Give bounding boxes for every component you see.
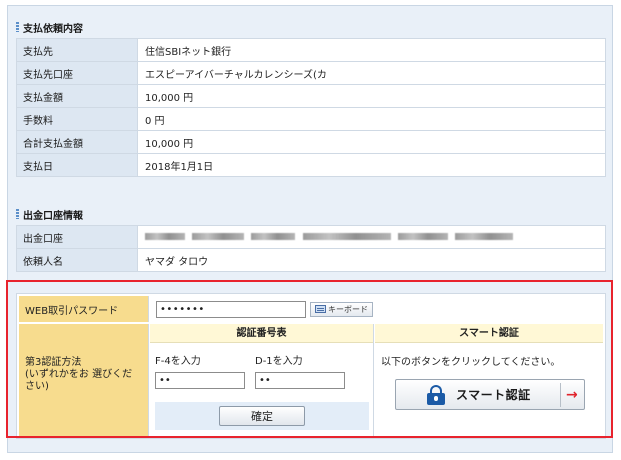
table-row: 合計支払金額 10,000 円 xyxy=(16,130,606,154)
requester-name-label: 依頼人名 xyxy=(16,248,138,272)
table-row: 支払金額 10,000 円 xyxy=(16,84,606,108)
table-row: 支払日 2018年1月1日 xyxy=(16,153,606,177)
table-row: 支払先 住信SBIネット銀行 xyxy=(16,38,606,62)
redacted-text xyxy=(145,233,185,240)
amount-value: 10,000 円 xyxy=(137,84,606,108)
redacted-text xyxy=(192,233,245,240)
table-row: 出金口座 xyxy=(16,225,606,249)
payment-date-value: 2018年1月1日 xyxy=(137,153,606,177)
highlight-frame xyxy=(6,280,613,438)
payment-section-header: 支払依頼内容 xyxy=(16,17,606,37)
fee-value: 0 円 xyxy=(137,107,606,131)
payment-section-title: 支払依頼内容 xyxy=(23,23,83,35)
withdrawal-account-value xyxy=(137,225,606,249)
section-marker-icon xyxy=(16,209,19,219)
payment-date-label: 支払日 xyxy=(16,153,138,177)
table-row: 依頼人名 ヤマダ タロウ xyxy=(16,248,606,272)
payee-label: 支払先 xyxy=(16,38,138,62)
payee-account-label: 支払先口座 xyxy=(16,61,138,85)
total-label: 合計支払金額 xyxy=(16,130,138,154)
section-marker-icon xyxy=(16,22,19,32)
redacted-text xyxy=(397,233,448,240)
payee-value: 住信SBIネット銀行 xyxy=(137,38,606,62)
fee-label: 手数料 xyxy=(16,107,138,131)
redacted-text xyxy=(454,233,513,240)
table-row: 手数料 0 円 xyxy=(16,107,606,131)
account-section-title: 出金口座情報 xyxy=(23,210,83,222)
payment-details-table: 支払先 住信SBIネット銀行 支払先口座 エスピーアイバーチャルカレンシーズ(カ… xyxy=(16,38,606,177)
payee-account-value: エスピーアイバーチャルカレンシーズ(カ xyxy=(137,61,606,85)
redacted-text xyxy=(302,233,391,240)
total-value: 10,000 円 xyxy=(137,130,606,154)
table-row: 支払先口座 エスピーアイバーチャルカレンシーズ(カ xyxy=(16,61,606,85)
account-details-table: 出金口座 依頼人名 ヤマダ タロウ xyxy=(16,225,606,272)
requester-name-value: ヤマダ タロウ xyxy=(137,248,606,272)
withdrawal-account-label: 出金口座 xyxy=(16,225,138,249)
account-section-header: 出金口座情報 xyxy=(16,204,606,224)
amount-label: 支払金額 xyxy=(16,84,138,108)
redacted-text xyxy=(251,233,296,240)
